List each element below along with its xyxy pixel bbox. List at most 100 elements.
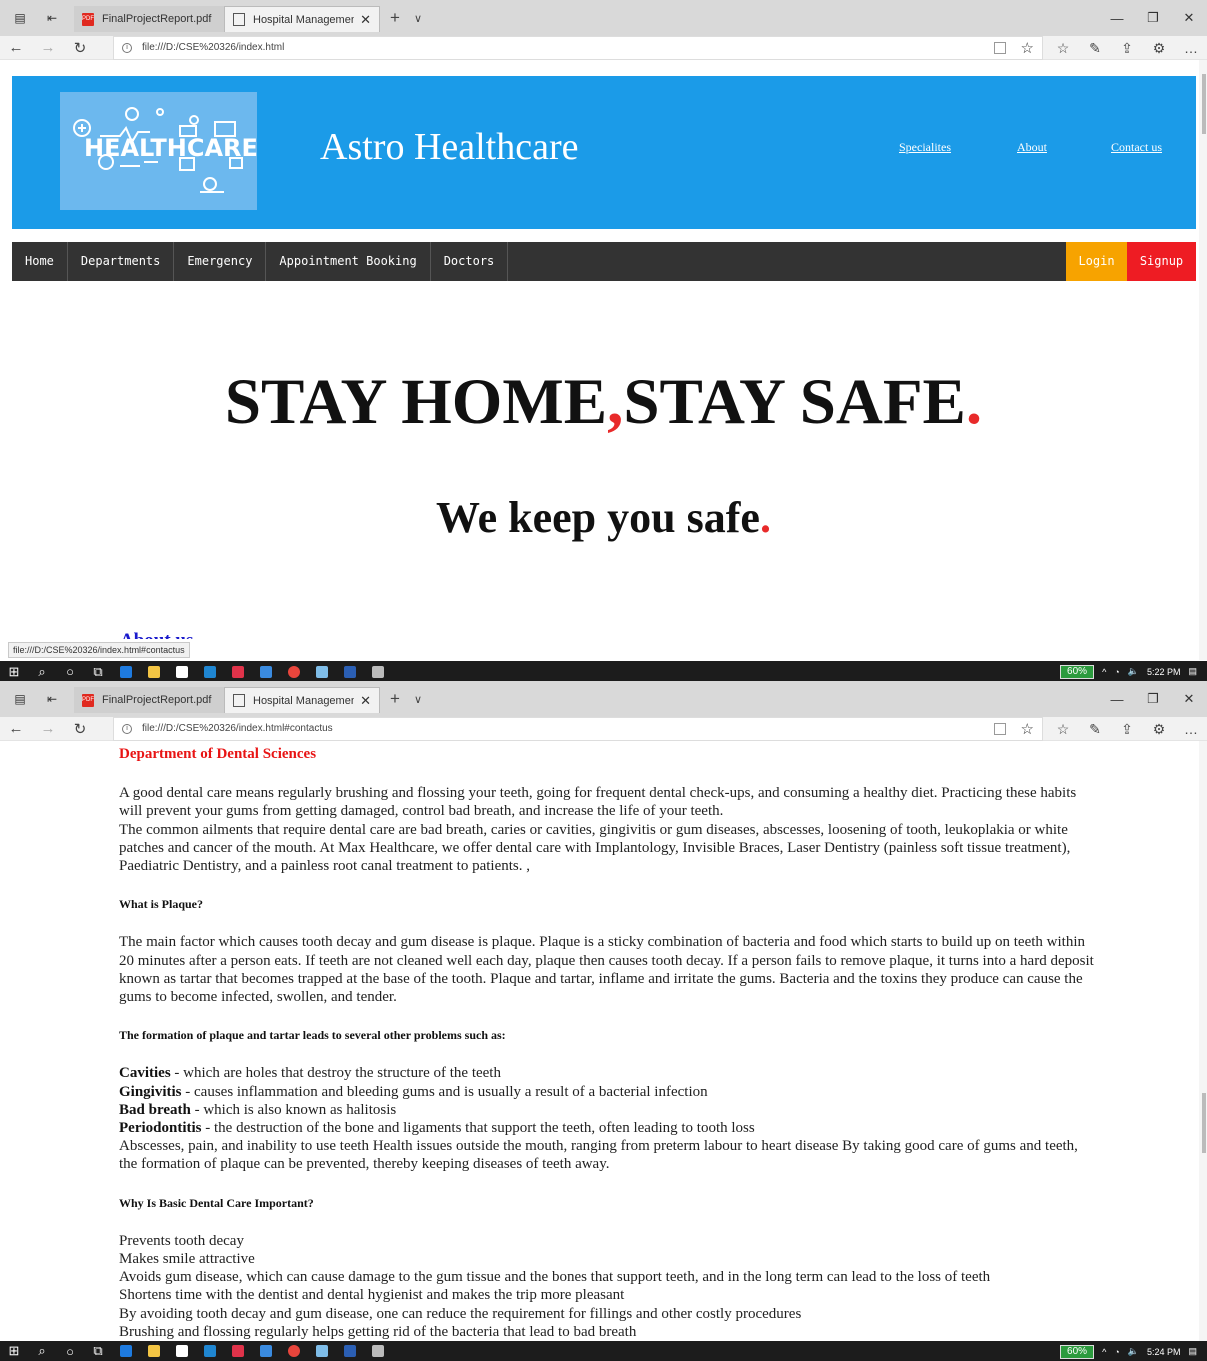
mail-icon[interactable]	[252, 1341, 280, 1361]
store-icon[interactable]	[168, 661, 196, 681]
chrome-icon[interactable]	[280, 1341, 308, 1361]
reading-view-icon[interactable]	[994, 41, 1006, 54]
new-tab-icon[interactable]: +	[390, 689, 400, 709]
volume-icon[interactable]: 🔈	[1128, 666, 1139, 677]
favorites-icon[interactable]: ☆	[1047, 717, 1079, 741]
minimize-icon[interactable]: —	[1099, 681, 1135, 717]
refresh-icon[interactable]: ↻	[64, 720, 96, 738]
chevron-down-icon[interactable]: ∨	[414, 12, 422, 25]
menu-item-appointment[interactable]: Appointment Booking	[266, 242, 431, 281]
volume-icon[interactable]: 🔈	[1128, 1346, 1139, 1357]
app-pocket-icon[interactable]	[224, 1341, 252, 1361]
cortana-icon[interactable]: ○	[56, 661, 84, 681]
task-view-icon[interactable]: ⧉	[84, 1341, 112, 1361]
notification-icon[interactable]: ▤	[1188, 666, 1197, 677]
scrollbar-thumb[interactable]	[1202, 74, 1206, 134]
menu-item-emergency[interactable]: Emergency	[174, 242, 267, 281]
extensions-icon[interactable]: ⚙	[1143, 717, 1175, 741]
windows-start-icon[interactable]: ⊞	[0, 661, 28, 681]
set-aside-tabs-icon[interactable]: ⇤	[40, 689, 64, 709]
url-field[interactable]: i file:///D:/CSE%20326/index.html ☆	[113, 35, 1043, 60]
forward-icon[interactable]: →	[32, 39, 64, 56]
file-explorer-icon[interactable]	[140, 661, 168, 681]
contact-link[interactable]: Contact us	[1111, 140, 1162, 155]
favorite-star-icon[interactable]: ☆	[1021, 720, 1034, 738]
notification-icon[interactable]: ▤	[1188, 1346, 1197, 1357]
app-icon[interactable]	[308, 1341, 336, 1361]
share-icon[interactable]: ⇪	[1111, 36, 1143, 60]
about-link[interactable]: About	[1017, 140, 1047, 155]
info-icon[interactable]: i	[122, 723, 132, 734]
pen-icon[interactable]: ✎	[1079, 717, 1111, 741]
chevron-down-icon[interactable]: ∨	[414, 693, 422, 706]
share-icon[interactable]: ⇪	[1111, 717, 1143, 741]
app-icon[interactable]	[364, 661, 392, 681]
wifi-icon[interactable]: ◔	[1114, 667, 1119, 677]
scrollbar-thumb[interactable]	[1202, 1093, 1206, 1153]
url-field[interactable]: i file:///D:/CSE%20326/index.html#contac…	[113, 716, 1043, 741]
restore-icon[interactable]: ❐	[1135, 681, 1171, 717]
menu-item-home[interactable]: Home	[12, 242, 68, 281]
close-window-icon[interactable]: ✕	[1171, 0, 1207, 36]
tab-hospital[interactable]: Hospital Management S ✕	[224, 687, 380, 713]
battery-indicator[interactable]: 60%	[1060, 1344, 1095, 1359]
favorite-star-icon[interactable]: ☆	[1021, 39, 1034, 57]
app-icon[interactable]	[364, 1341, 392, 1361]
close-tab-icon[interactable]: ✕	[360, 12, 371, 28]
back-icon[interactable]: ←	[0, 39, 32, 56]
forward-icon[interactable]: →	[32, 720, 64, 737]
back-icon[interactable]: ←	[0, 720, 32, 737]
restore-icon[interactable]: ❐	[1135, 0, 1171, 36]
close-tab-icon[interactable]: ✕	[360, 693, 371, 709]
app-pocket-icon[interactable]	[224, 661, 252, 681]
pen-icon[interactable]: ✎	[1079, 36, 1111, 60]
clock[interactable]: 5:24 PM	[1147, 1347, 1181, 1357]
battery-indicator[interactable]: 60%	[1060, 664, 1095, 679]
login-button[interactable]: Login	[1066, 242, 1127, 281]
app-icon[interactable]	[308, 661, 336, 681]
edge-icon[interactable]	[112, 661, 140, 681]
reading-view-icon[interactable]	[994, 722, 1006, 735]
search-icon[interactable]: ⌕	[28, 1341, 56, 1361]
cortana-icon[interactable]: ○	[56, 1341, 84, 1361]
chrome-icon[interactable]	[280, 661, 308, 681]
task-view-icon[interactable]: ⧉	[84, 661, 112, 681]
wifi-icon[interactable]: ◔	[1114, 1347, 1119, 1357]
word-icon[interactable]	[336, 661, 364, 681]
app-l-icon[interactable]	[196, 1341, 224, 1361]
new-tab-icon[interactable]: +	[390, 8, 400, 28]
windows-start-icon[interactable]: ⊞	[0, 1341, 28, 1361]
tab-hospital[interactable]: Hospital Management S ✕	[224, 6, 380, 32]
scrollbar[interactable]	[1199, 741, 1207, 1341]
search-icon[interactable]: ⌕	[28, 661, 56, 681]
clock[interactable]: 5:22 PM	[1147, 667, 1181, 677]
refresh-icon[interactable]: ↻	[64, 39, 96, 57]
problem-term: Periodontitis	[119, 1120, 202, 1137]
mail-icon[interactable]	[252, 661, 280, 681]
favorites-icon[interactable]: ☆	[1047, 36, 1079, 60]
word-icon[interactable]	[336, 1341, 364, 1361]
more-icon[interactable]: …	[1175, 36, 1207, 60]
app-l-icon[interactable]	[196, 661, 224, 681]
extensions-icon[interactable]: ⚙	[1143, 36, 1175, 60]
scrollbar[interactable]	[1199, 60, 1207, 660]
set-aside-tabs-icon[interactable]: ⇤	[40, 8, 64, 28]
hero-part: STAY SAFE	[623, 366, 966, 438]
info-icon[interactable]: i	[122, 42, 132, 53]
signup-button[interactable]: Signup	[1127, 242, 1196, 281]
tab-switcher-icon[interactable]: ▤	[8, 8, 32, 28]
chevron-up-icon[interactable]: ^	[1102, 667, 1106, 677]
close-window-icon[interactable]: ✕	[1171, 681, 1207, 717]
menu-item-departments[interactable]: Departments	[68, 242, 175, 281]
minimize-icon[interactable]: —	[1099, 0, 1135, 36]
edge-icon[interactable]	[112, 1341, 140, 1361]
tab-pdf[interactable]: PDF FinalProjectReport.pdf	[74, 687, 224, 713]
chevron-up-icon[interactable]: ^	[1102, 1347, 1106, 1357]
file-explorer-icon[interactable]	[140, 1341, 168, 1361]
tab-pdf[interactable]: PDF FinalProjectReport.pdf	[74, 6, 224, 32]
specialites-link[interactable]: Specialites	[899, 140, 951, 155]
tab-switcher-icon[interactable]: ▤	[8, 689, 32, 709]
menu-item-doctors[interactable]: Doctors	[431, 242, 509, 281]
more-icon[interactable]: …	[1175, 717, 1207, 741]
store-icon[interactable]	[168, 1341, 196, 1361]
